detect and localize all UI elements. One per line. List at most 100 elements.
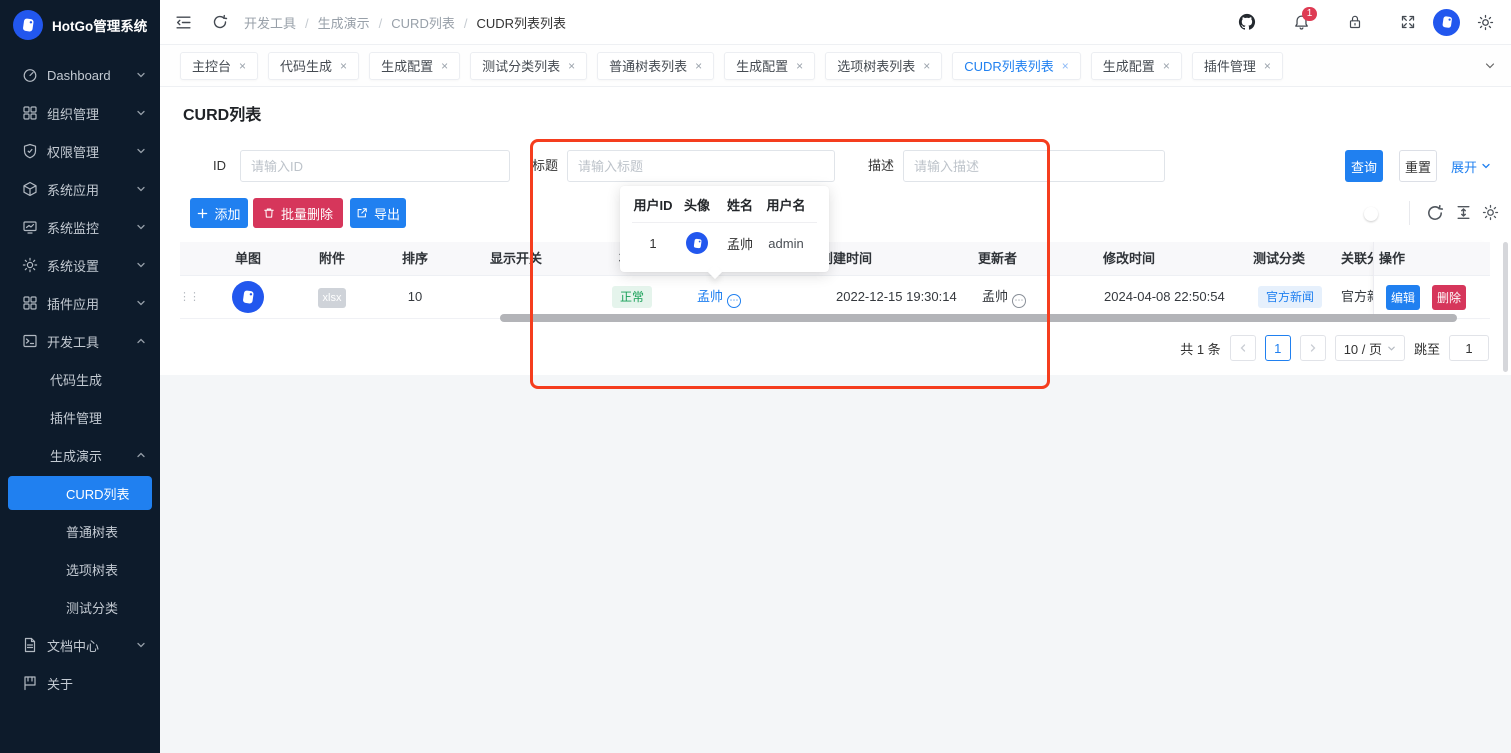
sidebar-item-devtools[interactable]: 开发工具 [0,322,160,360]
batch-delete-button[interactable]: 批量删除 [253,198,343,228]
tab-home[interactable]: 主控台 [180,52,258,80]
col-header-updated-at: 修改时间 [1103,242,1155,276]
sidebar-item-docs[interactable]: 文档中心 [0,626,160,664]
menu-fold-icon[interactable] [175,14,192,31]
table-refresh-icon[interactable] [1426,204,1444,222]
user-avatar[interactable] [1433,9,1460,36]
close-icon[interactable] [568,60,575,72]
table-settings-gear-icon[interactable] [1482,204,1499,221]
sidebar-item-plugin-manage[interactable]: 插件管理 [0,398,160,436]
plugin-grid-icon [22,295,38,311]
close-icon[interactable] [1264,60,1271,72]
dashboard-icon [22,67,38,83]
cube-icon [22,181,38,197]
breadcrumb-item-current: CUDR列表列表 [455,13,566,32]
tab-test-category-list[interactable]: 测试分类列表 [470,52,587,80]
topbar: 开发工具 生成演示 CURD列表 CUDR列表列表 1 [160,0,1511,45]
jump-page-input[interactable] [1449,335,1489,361]
github-icon[interactable] [1238,13,1256,31]
query-button[interactable]: 查询 [1345,150,1383,182]
avatar [686,232,708,254]
horizontal-scrollbar[interactable] [500,314,1457,322]
settings-gear-icon[interactable] [1477,14,1494,31]
sidebar-item-option-tree[interactable]: 选项树表 [0,550,160,588]
table-density-icon[interactable] [1455,204,1472,221]
sidebar-item-normal-tree[interactable]: 普通树表 [0,512,160,550]
vertical-scrollbar[interactable] [1503,242,1508,372]
sidebar-item-dashboard[interactable]: Dashboard [0,56,160,94]
desc-input[interactable] [903,150,1165,182]
id-input[interactable] [240,150,510,182]
chevron-left-icon [1238,343,1248,353]
page-size-select[interactable]: 10 / 页 [1335,335,1405,361]
sidebar-item-org[interactable]: 组织管理 [0,94,160,132]
app-logo[interactable]: HotGo管理系统 [0,0,160,50]
sidebar-item-system-app[interactable]: 系统应用 [0,170,160,208]
row-creator-link[interactable]: 孟帅 [679,276,759,318]
sidebar-item-plugin-app[interactable]: 插件应用 [0,284,160,322]
prev-page-button[interactable] [1230,335,1256,361]
sidebar-item-permission[interactable]: 权限管理 [0,132,160,170]
col-header-updater: 更新者 [978,242,1017,276]
close-icon[interactable] [796,60,803,72]
notification-bell-icon[interactable]: 1 [1293,14,1310,31]
col-header-sort: 排序 [375,242,455,276]
tab-plugin-manage[interactable]: 插件管理 [1192,52,1283,80]
close-icon[interactable] [923,60,930,72]
sidebar-item-codegen[interactable]: 代码生成 [0,360,160,398]
next-page-button[interactable] [1300,335,1326,361]
tab-codegen[interactable]: 代码生成 [268,52,359,80]
sidebar-item-settings[interactable]: 系统设置 [0,246,160,284]
topbar-actions: 1 [1238,9,1494,36]
sidebar-item-gen-demo[interactable]: 生成演示 [0,436,160,474]
close-icon[interactable] [441,60,448,72]
edit-button[interactable]: 编辑 [1386,285,1420,310]
tab-genconfig-2[interactable]: 生成配置 [724,52,815,80]
close-icon[interactable] [1062,60,1069,72]
row-status-cell: 正常 [592,276,672,318]
chevron-down-icon [136,298,146,308]
sidebar-item-curd-list[interactable]: CURD列表 [8,476,152,510]
lock-icon[interactable] [1347,14,1363,30]
jump-label: 跳至 [1414,339,1440,358]
pagination: 共 1 条 1 10 / 页 跳至 [1180,335,1489,361]
row-updater-cell[interactable]: 孟帅 [982,276,1026,318]
close-icon[interactable] [340,60,347,72]
refresh-icon[interactable] [212,14,228,30]
popover-avatar [674,232,720,254]
tab-cudr-list-active[interactable]: CUDR列表列表 [952,52,1081,80]
status-badge: 正常 [612,286,652,308]
tabbar-chevron-down-icon[interactable] [1483,59,1497,73]
close-icon[interactable] [695,60,702,72]
export-button[interactable]: 导出 [350,198,406,228]
breadcrumb-item[interactable]: 生成演示 [296,13,370,32]
delete-button[interactable]: 删除 [1432,285,1466,310]
popover-header-realname: 姓名 [720,195,760,214]
row-related-category-cell: 官方新闻 [1341,276,1373,318]
terminal-icon [22,333,38,349]
reset-button[interactable]: 重置 [1399,150,1437,182]
add-button[interactable]: 添加 [190,198,248,228]
breadcrumb-item[interactable]: 开发工具 [244,13,296,32]
chevron-down-icon [136,184,146,194]
document-icon [22,637,38,653]
tab-genconfig-3[interactable]: 生成配置 [1091,52,1182,80]
popover-divider [632,222,817,223]
sidebar-item-test-category[interactable]: 测试分类 [0,588,160,626]
popover-username: admin [760,236,812,251]
expand-toggle[interactable]: 展开 [1451,150,1491,182]
page-number-button[interactable]: 1 [1265,335,1291,361]
content-area: CURD列表 ID 标题 描述 查询 重置 展开 添加 批量删除 [160,88,1511,753]
tab-normal-tree-list[interactable]: 普通树表列表 [597,52,714,80]
close-icon[interactable] [1163,60,1170,72]
title-input[interactable] [567,150,835,182]
tab-option-tree-list[interactable]: 选项树表列表 [825,52,942,80]
sidebar-item-about[interactable]: 关于 [0,664,160,702]
fullscreen-icon[interactable] [1400,14,1416,30]
close-icon[interactable] [239,60,246,72]
breadcrumb-item[interactable]: CURD列表 [370,13,455,32]
tab-genconfig[interactable]: 生成配置 [369,52,460,80]
sidebar-item-monitor[interactable]: 系统监控 [0,208,160,246]
row-image-thumbnail[interactable] [232,281,264,313]
row-drag-handle[interactable] [179,290,199,303]
